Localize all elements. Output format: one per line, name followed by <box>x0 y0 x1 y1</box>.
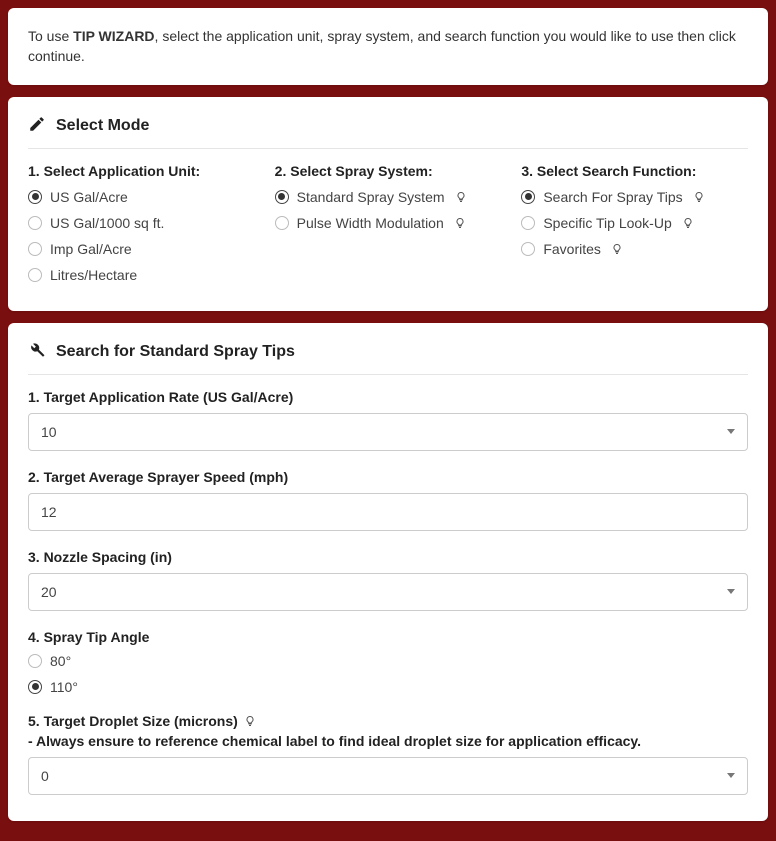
hint-icon[interactable] <box>455 190 467 204</box>
unit-heading: 1. Select Application Unit: <box>28 163 255 179</box>
hint-icon[interactable] <box>693 190 705 204</box>
radio-label: US Gal/1000 sq ft. <box>50 215 164 231</box>
mode-panel: Select Mode 1. Select Application Unit: … <box>8 97 768 311</box>
radio-icon <box>275 216 289 230</box>
unit-option-us-gal-1000sqft[interactable]: US Gal/1000 sq ft. <box>28 215 255 231</box>
droplet-size-select[interactable]: 0 <box>28 757 748 795</box>
target-rate-label: 1. Target Application Rate (US Gal/Acre) <box>28 389 748 405</box>
radio-label: Search For Spray Tips <box>543 189 682 205</box>
nozzle-spacing-label: 3. Nozzle Spacing (in) <box>28 549 748 565</box>
search-option-favorites[interactable]: Favorites <box>521 241 748 257</box>
search-panel: Search for Standard Spray Tips 1. Target… <box>8 323 768 821</box>
sprayer-speed-field: 2. Target Average Sprayer Speed (mph) 12 <box>28 469 748 531</box>
radio-label: US Gal/Acre <box>50 189 128 205</box>
intro-text: To use TIP WIZARD, select the applicatio… <box>28 26 748 67</box>
chevron-down-icon <box>727 589 735 594</box>
target-rate-select[interactable]: 10 <box>28 413 748 451</box>
radio-icon <box>521 242 535 256</box>
unit-option-imp-gal-acre[interactable]: Imp Gal/Acre <box>28 241 255 257</box>
system-option-standard[interactable]: Standard Spray System <box>275 189 502 205</box>
tip-angle-110[interactable]: 110° <box>28 679 748 695</box>
mode-title-row: Select Mode <box>28 115 748 149</box>
chevron-down-icon <box>727 773 735 778</box>
nozzle-spacing-select[interactable]: 20 <box>28 573 748 611</box>
radio-label: 110° <box>50 679 78 695</box>
droplet-size-label-main: 5. Target Droplet Size (microns) <box>28 713 238 729</box>
tip-angle-80[interactable]: 80° <box>28 653 748 669</box>
tip-angle-field: 4. Spray Tip Angle 80° 110° <box>28 629 748 695</box>
mode-title: Select Mode <box>56 117 149 135</box>
search-option-spray-tips[interactable]: Search For Spray Tips <box>521 189 748 205</box>
tip-angle-label: 4. Spray Tip Angle <box>28 629 748 645</box>
nozzle-spacing-value: 20 <box>41 584 57 600</box>
radio-icon <box>28 216 42 230</box>
radio-icon <box>28 680 42 694</box>
hint-icon[interactable] <box>244 714 256 728</box>
search-function-column: 3. Select Search Function: Search For Sp… <box>521 163 748 293</box>
nozzle-spacing-field: 3. Nozzle Spacing (in) 20 <box>28 549 748 611</box>
radio-label: Favorites <box>543 241 601 257</box>
droplet-size-value: 0 <box>41 768 49 784</box>
radio-label: Specific Tip Look-Up <box>543 215 671 231</box>
radio-icon <box>28 268 42 282</box>
intro-pre: To use <box>28 28 73 44</box>
radio-label: Imp Gal/Acre <box>50 241 132 257</box>
system-option-pwm[interactable]: Pulse Width Modulation <box>275 215 502 231</box>
sprayer-speed-value: 12 <box>41 504 57 520</box>
app-name: TIP WIZARD <box>73 28 154 44</box>
hint-icon[interactable] <box>454 216 466 230</box>
wrench-icon <box>28 341 46 364</box>
radio-icon <box>28 190 42 204</box>
radio-label: Pulse Width Modulation <box>297 215 444 231</box>
system-column: 2. Select Spray System: Standard Spray S… <box>275 163 502 293</box>
droplet-size-label: 5. Target Droplet Size (microns) - Alway… <box>28 713 748 749</box>
radio-icon <box>28 242 42 256</box>
pencil-icon <box>28 115 46 138</box>
hint-icon[interactable] <box>611 242 623 256</box>
radio-icon <box>28 654 42 668</box>
unit-option-litres-hectare[interactable]: Litres/Hectare <box>28 267 255 283</box>
sprayer-speed-label: 2. Target Average Sprayer Speed (mph) <box>28 469 748 485</box>
search-option-specific-tip[interactable]: Specific Tip Look-Up <box>521 215 748 231</box>
target-rate-value: 10 <box>41 424 57 440</box>
radio-label: 80° <box>50 653 71 669</box>
search-title: Search for Standard Spray Tips <box>56 343 295 361</box>
radio-icon <box>521 190 535 204</box>
system-heading: 2. Select Spray System: <box>275 163 502 179</box>
sprayer-speed-input[interactable]: 12 <box>28 493 748 531</box>
radio-icon <box>521 216 535 230</box>
radio-icon <box>275 190 289 204</box>
target-rate-field: 1. Target Application Rate (US Gal/Acre)… <box>28 389 748 451</box>
chevron-down-icon <box>727 429 735 434</box>
droplet-size-field: 5. Target Droplet Size (microns) - Alway… <box>28 713 748 795</box>
unit-option-us-gal-acre[interactable]: US Gal/Acre <box>28 189 255 205</box>
unit-column: 1. Select Application Unit: US Gal/Acre … <box>28 163 255 293</box>
hint-icon[interactable] <box>682 216 694 230</box>
mode-columns: 1. Select Application Unit: US Gal/Acre … <box>28 163 748 293</box>
search-function-heading: 3. Select Search Function: <box>521 163 748 179</box>
radio-label: Standard Spray System <box>297 189 445 205</box>
search-title-row: Search for Standard Spray Tips <box>28 341 748 375</box>
radio-label: Litres/Hectare <box>50 267 137 283</box>
intro-panel: To use TIP WIZARD, select the applicatio… <box>8 8 768 85</box>
droplet-size-note: - Always ensure to reference chemical la… <box>28 733 641 749</box>
